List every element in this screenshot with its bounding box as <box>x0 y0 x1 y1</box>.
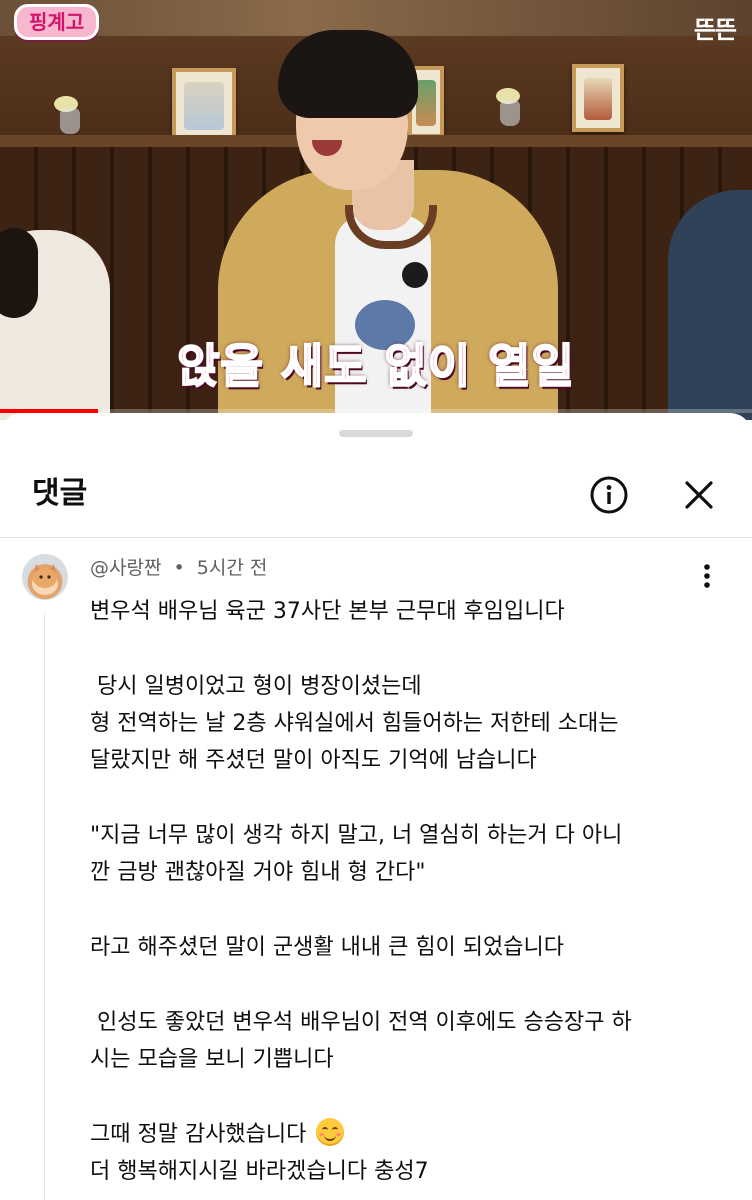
meta-separator: • <box>173 557 185 579</box>
drag-handle[interactable] <box>339 430 413 437</box>
channel-logo: 핑계고 <box>14 4 100 40</box>
comment-line: 더 행복해지시길 바라겠습니다 충성7 <box>90 1159 429 1184</box>
comment-paragraph: 라고 해주셨던 말이 군생활 내내 큰 힘이 되었습니다 <box>90 929 730 966</box>
video-caption: 앉을 새도 없이 열일 <box>176 338 575 394</box>
info-circle-icon <box>590 476 628 514</box>
more-vertical-icon <box>704 564 710 588</box>
comment-body: 변우석 배우님 육군 37사단 본부 근무대 후임입니다 당시 일병이었고 형이… <box>90 593 730 1190</box>
lapel-mic <box>402 262 428 288</box>
avatar[interactable] <box>22 554 68 600</box>
comment-menu-button[interactable] <box>694 561 720 591</box>
cat-avatar-icon <box>32 564 58 595</box>
comment-line: 인성도 좋았던 변우석 배우님이 전역 이후에도 승승장구 하 <box>90 1010 632 1035</box>
wall-poster <box>572 64 624 132</box>
comment-line: 당시 일병이었고 형이 병장이셨는데 <box>90 674 422 699</box>
sheet-title: 댓글 <box>32 476 88 511</box>
video-player[interactable]: 핑계고 뜬뜬 앉을 새도 없이 열일 <box>0 0 752 420</box>
brand-mark: 뜬뜬 <box>693 16 737 44</box>
thread-line <box>44 613 45 1200</box>
comment-time: 5시간 전 <box>196 557 268 579</box>
comment-line-with-emoji: 그때 정말 감사했습니다 <box>90 1116 730 1153</box>
comments-sheet: 댓글 @사랑짠 • 5시간 전 변우석 배우님 육군 37사단 본부 근무대 후… <box>0 413 752 1200</box>
comment-paragraph: 그때 정말 감사했습니다 더 행복해지시길 바라겠습니다 충성7 <box>90 1116 730 1190</box>
comment-line: 달랐지만 해 주셨던 말이 아직도 기억에 남습니다 <box>90 748 537 773</box>
comment-line: 형 전역하는 날 2층 샤워실에서 힘들어하는 저한테 소대는 <box>90 711 619 736</box>
smiling-face-icon <box>316 1118 345 1146</box>
comment-paragraph: 인성도 좋았던 변우석 배우님이 전역 이후에도 승승장구 하 시는 모습을 보… <box>90 1004 730 1078</box>
comment-paragraph: "지금 너무 많이 생각 하지 말고, 너 열심히 하는거 다 아니 깐 금방 … <box>90 817 730 891</box>
comment-paragraph: 변우석 배우님 육군 37사단 본부 근무대 후임입니다 <box>90 593 730 630</box>
comment-line: "지금 너무 많이 생각 하지 말고, 너 열심히 하는거 다 아니 <box>90 823 623 848</box>
comment-line: 깐 금방 괜찮아질 거야 힘내 형 간다" <box>90 860 426 885</box>
comment-meta: @사랑짠 • 5시간 전 <box>90 556 267 580</box>
header-divider <box>0 537 752 538</box>
comment-author[interactable]: @사랑짠 <box>90 557 161 579</box>
vase-decor <box>60 108 80 134</box>
close-x-icon <box>685 481 713 509</box>
info-button[interactable] <box>589 475 629 515</box>
person-left-hair <box>0 228 38 318</box>
vase-decor <box>500 100 520 126</box>
comment-line: 시는 모습을 보니 기쁩니다 <box>90 1047 334 1072</box>
person-center-hair <box>278 30 418 118</box>
comment-line: 변우석 배우님 육군 37사단 본부 근무대 후임입니다 <box>90 599 565 624</box>
wall-poster <box>172 68 236 142</box>
comment-line: 라고 해주셨던 말이 군생활 내내 큰 힘이 되었습니다 <box>90 935 564 960</box>
close-button[interactable] <box>679 475 719 515</box>
comment-line: 그때 정말 감사했습니다 <box>90 1122 307 1147</box>
comment-paragraph: 당시 일병이었고 형이 병장이셨는데 형 전역하는 날 2층 샤워실에서 힘들어… <box>90 668 730 779</box>
